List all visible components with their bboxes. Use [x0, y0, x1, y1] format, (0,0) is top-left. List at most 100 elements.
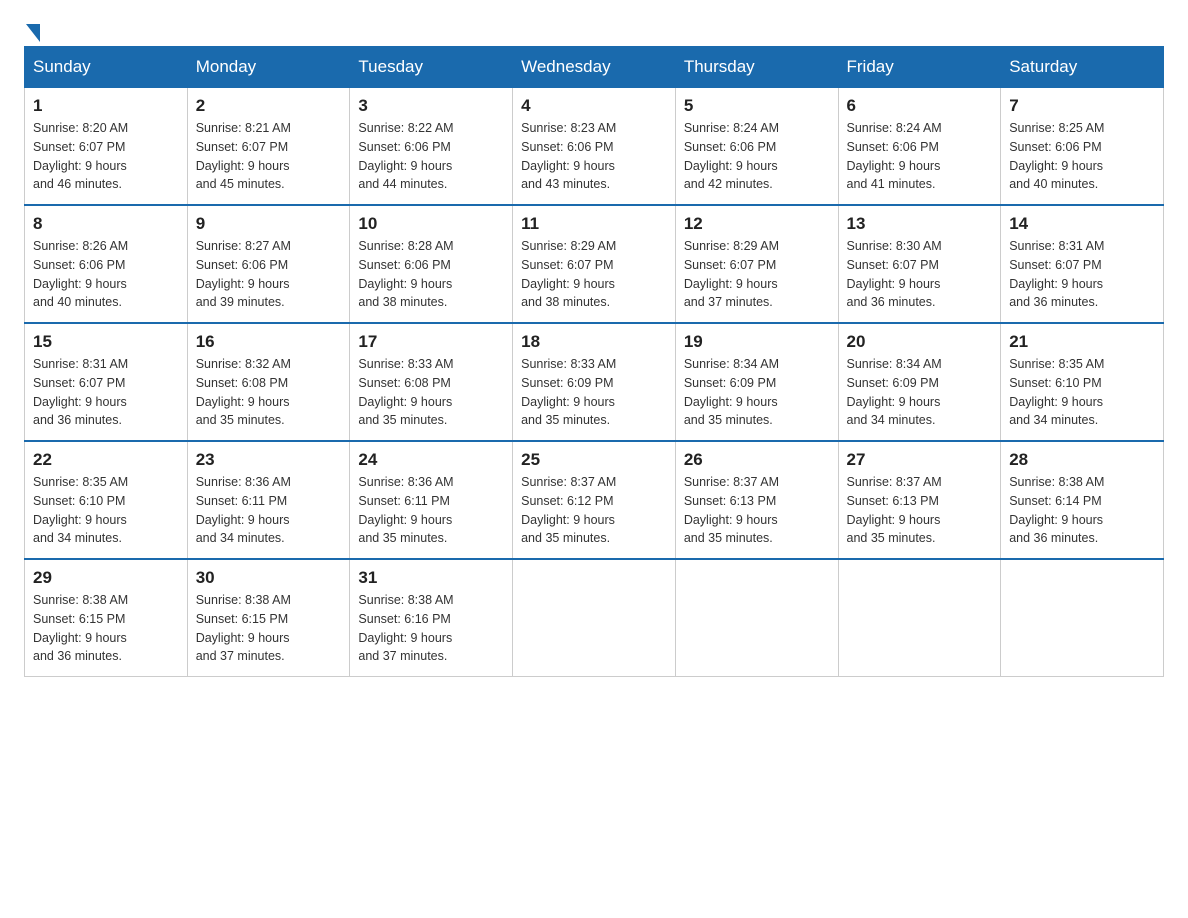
day-info: Sunrise: 8:23 AMSunset: 6:06 PMDaylight:…: [521, 119, 667, 194]
day-info: Sunrise: 8:30 AMSunset: 6:07 PMDaylight:…: [847, 237, 993, 312]
day-info: Sunrise: 8:34 AMSunset: 6:09 PMDaylight:…: [684, 355, 830, 430]
day-number: 4: [521, 96, 667, 116]
day-number: 25: [521, 450, 667, 470]
calendar-cell: 7 Sunrise: 8:25 AMSunset: 6:06 PMDaylight…: [1001, 88, 1164, 206]
page-header: [24, 24, 1164, 36]
day-info: Sunrise: 8:33 AMSunset: 6:09 PMDaylight:…: [521, 355, 667, 430]
day-info: Sunrise: 8:22 AMSunset: 6:06 PMDaylight:…: [358, 119, 504, 194]
calendar-table: SundayMondayTuesdayWednesdayThursdayFrid…: [24, 46, 1164, 677]
day-number: 23: [196, 450, 342, 470]
calendar-cell: 21 Sunrise: 8:35 AMSunset: 6:10 PMDayligh…: [1001, 323, 1164, 441]
day-number: 2: [196, 96, 342, 116]
calendar-cell: 29Sunrise: 8:38 AMSunset: 6:15 PMDayligh…: [25, 559, 188, 677]
day-number: 26: [684, 450, 830, 470]
day-info: Sunrise: 8:29 AMSunset: 6:07 PMDaylight:…: [684, 237, 830, 312]
calendar-week-row: 15 Sunrise: 8:31 AMSunset: 6:07 PMDayligh…: [25, 323, 1164, 441]
calendar-cell: 1 Sunrise: 8:20 AMSunset: 6:07 PMDaylight…: [25, 88, 188, 206]
day-info: Sunrise: 8:38 AMSunset: 6:15 PMDaylight:…: [33, 591, 179, 666]
calendar-cell: 2Sunrise: 8:21 AMSunset: 6:07 PMDaylight…: [187, 88, 350, 206]
day-info: Sunrise: 8:37 AMSunset: 6:12 PMDaylight:…: [521, 473, 667, 548]
day-info: Sunrise: 8:32 AMSunset: 6:08 PMDaylight:…: [196, 355, 342, 430]
day-info: Sunrise: 8:35 AMSunset: 6:10 PMDaylight:…: [1009, 355, 1155, 430]
calendar-cell: 6 Sunrise: 8:24 AMSunset: 6:06 PMDaylight…: [838, 88, 1001, 206]
calendar-cell: 12 Sunrise: 8:29 AMSunset: 6:07 PMDayligh…: [675, 205, 838, 323]
day-number: 12: [684, 214, 830, 234]
day-number: 7: [1009, 96, 1155, 116]
calendar-week-row: 22 Sunrise: 8:35 AMSunset: 6:10 PMDayligh…: [25, 441, 1164, 559]
calendar-cell: 15 Sunrise: 8:31 AMSunset: 6:07 PMDayligh…: [25, 323, 188, 441]
calendar-cell: 30 Sunrise: 8:38 AMSunset: 6:15 PMDayligh…: [187, 559, 350, 677]
day-number: 30: [196, 568, 342, 588]
day-info: Sunrise: 8:38 AMSunset: 6:14 PMDaylight:…: [1009, 473, 1155, 548]
day-info: Sunrise: 8:20 AMSunset: 6:07 PMDaylight:…: [33, 119, 179, 194]
calendar-week-row: 29Sunrise: 8:38 AMSunset: 6:15 PMDayligh…: [25, 559, 1164, 677]
calendar-cell: 4 Sunrise: 8:23 AMSunset: 6:06 PMDaylight…: [513, 88, 676, 206]
day-number: 6: [847, 96, 993, 116]
day-number: 28: [1009, 450, 1155, 470]
day-number: 17: [358, 332, 504, 352]
calendar-header: SundayMondayTuesdayWednesdayThursdayFrid…: [25, 47, 1164, 88]
day-info: Sunrise: 8:37 AMSunset: 6:13 PMDaylight:…: [847, 473, 993, 548]
day-number: 31: [358, 568, 504, 588]
day-number: 15: [33, 332, 179, 352]
calendar-cell: 10 Sunrise: 8:28 AMSunset: 6:06 PMDayligh…: [350, 205, 513, 323]
day-info: Sunrise: 8:24 AMSunset: 6:06 PMDaylight:…: [847, 119, 993, 194]
day-info: Sunrise: 8:26 AMSunset: 6:06 PMDaylight:…: [33, 237, 179, 312]
calendar-cell: 13 Sunrise: 8:30 AMSunset: 6:07 PMDayligh…: [838, 205, 1001, 323]
day-number: 11: [521, 214, 667, 234]
calendar-cell: 27 Sunrise: 8:37 AMSunset: 6:13 PMDayligh…: [838, 441, 1001, 559]
day-number: 1: [33, 96, 179, 116]
calendar-cell: 18 Sunrise: 8:33 AMSunset: 6:09 PMDayligh…: [513, 323, 676, 441]
calendar-cell: 28 Sunrise: 8:38 AMSunset: 6:14 PMDayligh…: [1001, 441, 1164, 559]
day-number: 20: [847, 332, 993, 352]
day-info: Sunrise: 8:36 AMSunset: 6:11 PMDaylight:…: [358, 473, 504, 548]
logo-arrow-icon: [26, 24, 40, 42]
day-info: Sunrise: 8:27 AMSunset: 6:06 PMDaylight:…: [196, 237, 342, 312]
day-number: 27: [847, 450, 993, 470]
day-number: 16: [196, 332, 342, 352]
day-number: 22: [33, 450, 179, 470]
calendar-cell: 3 Sunrise: 8:22 AMSunset: 6:06 PMDaylight…: [350, 88, 513, 206]
calendar-week-row: 1 Sunrise: 8:20 AMSunset: 6:07 PMDaylight…: [25, 88, 1164, 206]
calendar-cell: 8 Sunrise: 8:26 AMSunset: 6:06 PMDaylight…: [25, 205, 188, 323]
day-number: 24: [358, 450, 504, 470]
day-info: Sunrise: 8:31 AMSunset: 6:07 PMDaylight:…: [1009, 237, 1155, 312]
calendar-cell: 25 Sunrise: 8:37 AMSunset: 6:12 PMDayligh…: [513, 441, 676, 559]
calendar-cell: 17Sunrise: 8:33 AMSunset: 6:08 PMDayligh…: [350, 323, 513, 441]
calendar-cell: 24 Sunrise: 8:36 AMSunset: 6:11 PMDayligh…: [350, 441, 513, 559]
day-number: 8: [33, 214, 179, 234]
day-info: Sunrise: 8:28 AMSunset: 6:06 PMDaylight:…: [358, 237, 504, 312]
day-header-thursday: Thursday: [675, 47, 838, 88]
day-header-wednesday: Wednesday: [513, 47, 676, 88]
day-number: 21: [1009, 332, 1155, 352]
calendar-cell: 11 Sunrise: 8:29 AMSunset: 6:07 PMDayligh…: [513, 205, 676, 323]
day-info: Sunrise: 8:29 AMSunset: 6:07 PMDaylight:…: [521, 237, 667, 312]
calendar-cell: 14Sunrise: 8:31 AMSunset: 6:07 PMDayligh…: [1001, 205, 1164, 323]
day-number: 13: [847, 214, 993, 234]
calendar-cell: [838, 559, 1001, 677]
day-info: Sunrise: 8:24 AMSunset: 6:06 PMDaylight:…: [684, 119, 830, 194]
day-header-monday: Monday: [187, 47, 350, 88]
day-header-sunday: Sunday: [25, 47, 188, 88]
day-info: Sunrise: 8:38 AMSunset: 6:15 PMDaylight:…: [196, 591, 342, 666]
calendar-week-row: 8 Sunrise: 8:26 AMSunset: 6:06 PMDaylight…: [25, 205, 1164, 323]
logo: [24, 24, 40, 36]
days-of-week-row: SundayMondayTuesdayWednesdayThursdayFrid…: [25, 47, 1164, 88]
day-info: Sunrise: 8:38 AMSunset: 6:16 PMDaylight:…: [358, 591, 504, 666]
day-header-tuesday: Tuesday: [350, 47, 513, 88]
day-header-saturday: Saturday: [1001, 47, 1164, 88]
day-number: 18: [521, 332, 667, 352]
day-number: 9: [196, 214, 342, 234]
day-info: Sunrise: 8:36 AMSunset: 6:11 PMDaylight:…: [196, 473, 342, 548]
day-info: Sunrise: 8:25 AMSunset: 6:06 PMDaylight:…: [1009, 119, 1155, 194]
calendar-cell: 26Sunrise: 8:37 AMSunset: 6:13 PMDayligh…: [675, 441, 838, 559]
day-info: Sunrise: 8:35 AMSunset: 6:10 PMDaylight:…: [33, 473, 179, 548]
day-number: 3: [358, 96, 504, 116]
calendar-cell: 19 Sunrise: 8:34 AMSunset: 6:09 PMDayligh…: [675, 323, 838, 441]
day-info: Sunrise: 8:31 AMSunset: 6:07 PMDaylight:…: [33, 355, 179, 430]
day-number: 10: [358, 214, 504, 234]
day-number: 19: [684, 332, 830, 352]
calendar-cell: [513, 559, 676, 677]
calendar-cell: 5 Sunrise: 8:24 AMSunset: 6:06 PMDaylight…: [675, 88, 838, 206]
day-number: 5: [684, 96, 830, 116]
